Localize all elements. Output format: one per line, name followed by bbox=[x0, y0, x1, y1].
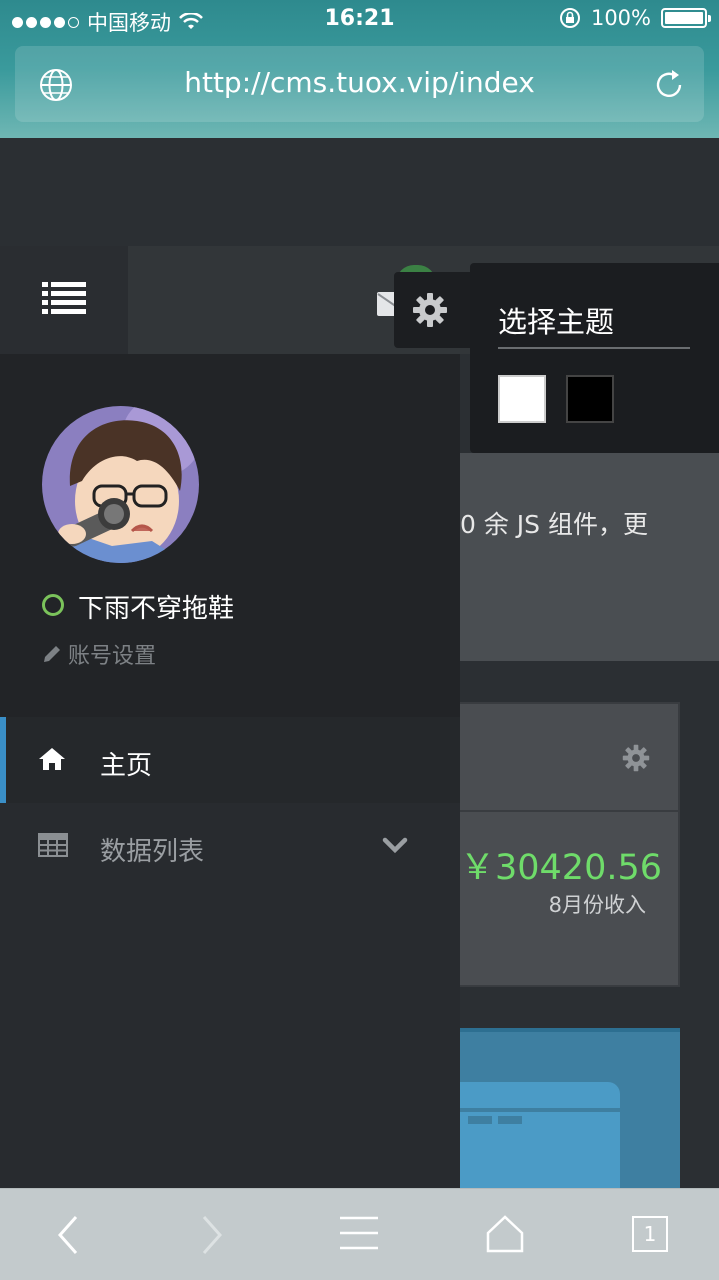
status-bar: 中国移动 16:21 100% bbox=[0, 0, 719, 40]
blue-card-dash bbox=[498, 1116, 522, 1124]
avatar[interactable] bbox=[42, 406, 199, 563]
sidebar-item-data-list[interactable]: 数据列表 bbox=[0, 803, 460, 891]
theme-swatch-white[interactable] bbox=[498, 375, 546, 423]
hero-banner: 0 余 JS 组件，更 bbox=[460, 453, 719, 661]
back-icon[interactable] bbox=[56, 1215, 80, 1255]
chevron-down-icon[interactable] bbox=[382, 837, 408, 855]
hero-text: 0 余 JS 组件，更 bbox=[460, 510, 648, 539]
avatar-image bbox=[42, 406, 199, 563]
blue-feature-card bbox=[460, 1028, 680, 1192]
url-text[interactable]: http://cms.tuox.vip/index bbox=[15, 66, 704, 99]
theme-settings-button[interactable] bbox=[394, 272, 474, 348]
page-header-area bbox=[0, 138, 719, 246]
online-status-icon bbox=[42, 594, 64, 616]
blue-card-illustration bbox=[460, 1082, 620, 1192]
menu-list-icon[interactable] bbox=[42, 281, 86, 315]
account-settings-link[interactable]: 账号设置 bbox=[42, 638, 156, 670]
blue-card-dash bbox=[468, 1116, 492, 1124]
tabs-button[interactable]: 1 bbox=[632, 1216, 668, 1252]
home-page-icon[interactable] bbox=[486, 1215, 524, 1253]
profile-section: 下雨不穿拖鞋 账号设置 bbox=[0, 354, 460, 717]
browser-chrome-top: 中国移动 16:21 100% http://cms.tuox.vip/inde… bbox=[0, 0, 719, 138]
forward-icon[interactable] bbox=[200, 1215, 224, 1255]
card-gear-icon[interactable] bbox=[622, 744, 650, 772]
theme-divider bbox=[498, 347, 690, 349]
address-bar[interactable]: http://cms.tuox.vip/index bbox=[15, 46, 704, 122]
status-right: 100% bbox=[559, 6, 711, 30]
orientation-lock-icon bbox=[559, 8, 580, 28]
sidebar-item-home[interactable]: 主页 bbox=[0, 717, 460, 803]
battery-percent: 100% bbox=[590, 6, 651, 30]
battery-icon bbox=[661, 8, 711, 28]
card-header bbox=[460, 704, 678, 812]
theme-picker-panel: 选择主题 bbox=[470, 263, 719, 453]
pencil-icon bbox=[44, 646, 60, 662]
sidebar-item-label: 主页 bbox=[100, 751, 153, 781]
income-value: ￥30420.56 bbox=[460, 848, 663, 888]
theme-picker-title: 选择主题 bbox=[498, 305, 615, 339]
theme-swatch-black[interactable] bbox=[566, 375, 614, 423]
menu-icon[interactable] bbox=[340, 1215, 378, 1251]
username: 下雨不穿拖鞋 bbox=[78, 594, 235, 624]
account-settings-label: 账号设置 bbox=[68, 644, 157, 669]
active-indicator bbox=[0, 717, 6, 803]
browser-toolbar bbox=[0, 1188, 719, 1280]
sidebar-drawer: 下雨不穿拖鞋 账号设置 主页 数据列表 bbox=[0, 354, 460, 1188]
table-icon bbox=[38, 833, 68, 857]
income-stat-card: ￥30420.56 8月份收入 bbox=[460, 702, 680, 987]
home-icon bbox=[39, 748, 65, 770]
reload-icon[interactable] bbox=[652, 68, 686, 102]
gear-icon bbox=[413, 293, 447, 327]
sidebar-item-label: 数据列表 bbox=[100, 837, 205, 867]
income-caption: 8月份收入 bbox=[548, 893, 646, 917]
